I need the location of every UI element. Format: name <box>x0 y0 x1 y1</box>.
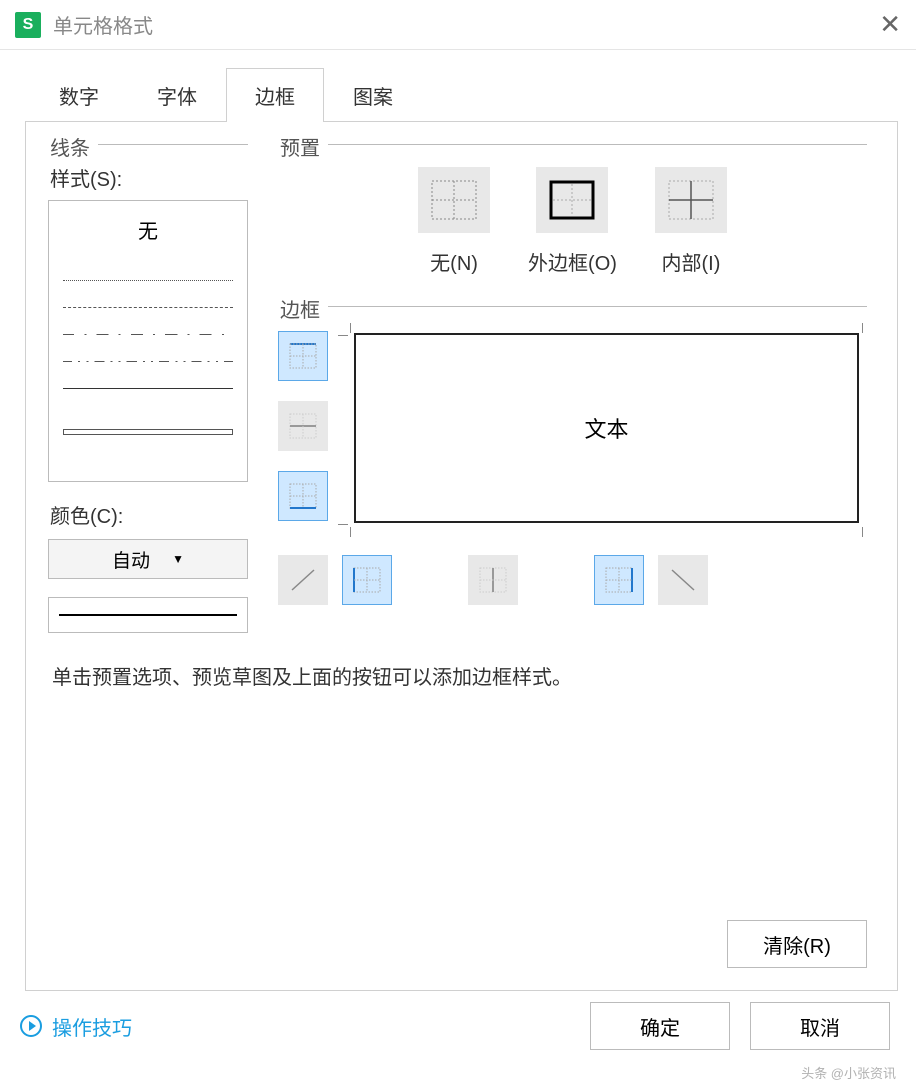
help-text: 单击预置选项、预览草图及上面的按钮可以添加边框样式。 <box>48 661 867 690</box>
titlebar: S 单元格格式 ✕ <box>0 0 916 50</box>
close-icon[interactable]: ✕ <box>879 9 901 40</box>
tab-font[interactable]: 字体 <box>128 68 226 122</box>
preview-text: 文本 <box>584 412 628 444</box>
line-fieldset: 线条 <box>48 144 248 145</box>
border-hmiddle-button[interactable] <box>278 401 328 451</box>
color-value: 自动 <box>112 546 150 573</box>
tips-link[interactable]: 操作技巧 <box>20 1012 132 1041</box>
preset-inner-icon <box>668 180 714 220</box>
line-sample <box>48 597 248 633</box>
border-left-icon <box>352 566 382 594</box>
cancel-button[interactable]: 取消 <box>750 1002 890 1050</box>
chevron-down-icon: ▼ <box>172 552 184 566</box>
border-diagdown-button[interactable] <box>658 555 708 605</box>
tab-pattern[interactable]: 图案 <box>324 68 422 122</box>
color-label: 颜色(C): <box>50 500 248 529</box>
border-vmiddle-button[interactable] <box>468 555 518 605</box>
border-top-icon <box>288 342 318 370</box>
border-diagup-button[interactable] <box>278 555 328 605</box>
diag-up-icon <box>288 566 318 594</box>
preset-none-icon <box>431 180 477 220</box>
border-bottom-icon <box>288 482 318 510</box>
border-right-button[interactable] <box>594 555 644 605</box>
border-preview[interactable]: 文本 <box>346 331 867 531</box>
style-label: 样式(S): <box>50 163 248 192</box>
play-icon <box>20 1015 42 1037</box>
diag-down-icon <box>668 566 698 594</box>
dialog-title: 单元格格式 <box>53 10 153 39</box>
tab-panel: 线条 样式(S): 无 颜色(C): 自动 ▼ 预置 <box>25 121 898 991</box>
border-bottom-button[interactable] <box>278 471 328 521</box>
border-left-button[interactable] <box>342 555 392 605</box>
border-hmiddle-icon <box>288 412 318 440</box>
style-dashed[interactable] <box>63 307 233 308</box>
preset-inner-button[interactable] <box>655 167 727 233</box>
tab-border[interactable]: 边框 <box>226 68 324 122</box>
style-none[interactable]: 无 <box>61 211 235 254</box>
preset-outer-label: 外边框(O) <box>528 247 617 276</box>
border-legend: 边框 <box>278 294 326 323</box>
style-dashdotdot[interactable] <box>63 361 233 362</box>
style-thick[interactable] <box>63 429 233 435</box>
style-list[interactable]: 无 <box>48 200 248 482</box>
tabs: 数字 字体 边框 图案 <box>0 68 916 122</box>
border-vmiddle-icon <box>478 566 508 594</box>
line-legend: 线条 <box>48 132 96 161</box>
preset-outer-button[interactable] <box>536 167 608 233</box>
app-icon: S <box>15 12 41 38</box>
clear-button[interactable]: 清除(R) <box>727 920 867 968</box>
tab-number[interactable]: 数字 <box>30 68 128 122</box>
ok-button[interactable]: 确定 <box>590 1002 730 1050</box>
color-select[interactable]: 自动 ▼ <box>48 539 248 579</box>
preset-fieldset: 预置 <box>278 144 867 145</box>
border-fieldset: 边框 <box>278 306 867 307</box>
dialog-footer: 操作技巧 确定 取消 <box>0 984 916 1062</box>
style-dashdot[interactable] <box>63 334 233 335</box>
watermark: 头条 @小张资讯 <box>801 1063 896 1082</box>
style-thin[interactable] <box>63 388 233 389</box>
tips-label: 操作技巧 <box>52 1012 132 1041</box>
preset-legend: 预置 <box>278 132 326 161</box>
border-top-button[interactable] <box>278 331 328 381</box>
border-right-icon <box>604 566 634 594</box>
preset-none-button[interactable] <box>418 167 490 233</box>
preset-outer-icon <box>549 180 595 220</box>
style-dotted[interactable] <box>63 280 233 281</box>
preset-inner-label: 内部(I) <box>661 247 720 276</box>
preset-none-label: 无(N) <box>430 247 478 276</box>
